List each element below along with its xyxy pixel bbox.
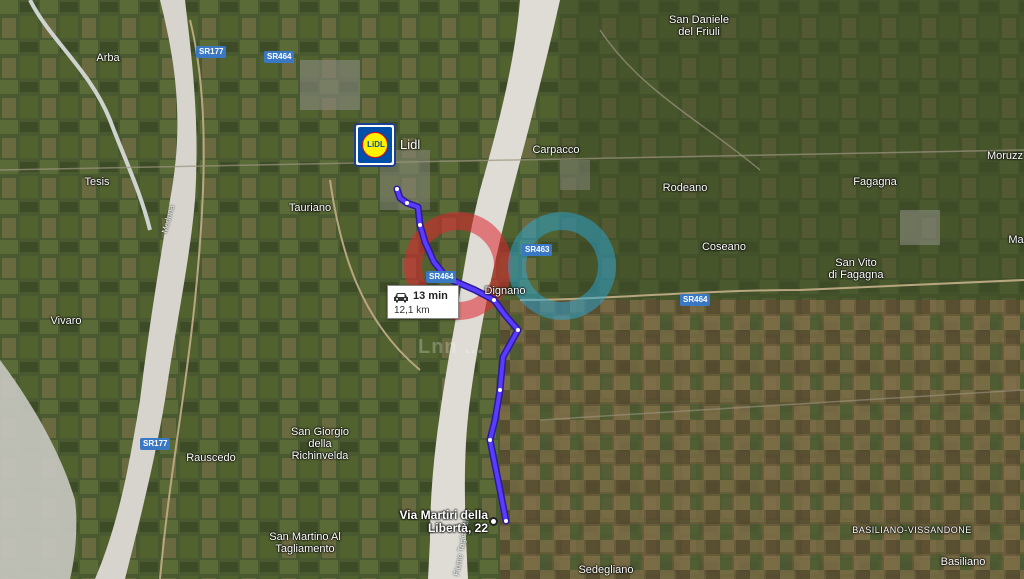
place-label: Moruzz bbox=[986, 150, 1024, 162]
place-label: Sedegliano bbox=[578, 564, 634, 576]
place-label: Vivaro bbox=[50, 315, 82, 327]
road-shield: SR177 bbox=[140, 438, 171, 450]
destination-label: Via Martiri della Libertà, 22 bbox=[399, 508, 488, 535]
place-label: San Martino Al Tagliamento bbox=[269, 531, 341, 555]
place-label: Carpacco bbox=[532, 144, 580, 156]
place-label: Dignano bbox=[484, 285, 526, 297]
place-label: Ma bbox=[1008, 234, 1024, 246]
place-label: Arba bbox=[96, 52, 120, 64]
road-shield: SR463 bbox=[522, 244, 553, 256]
watermark-text: Lnn ... bbox=[418, 336, 484, 358]
place-label: Tesis bbox=[84, 176, 110, 188]
place-label: Rauscedo bbox=[186, 452, 236, 464]
origin-label: Lidl bbox=[400, 137, 421, 152]
place-label: Rodeano bbox=[662, 182, 708, 194]
place-label: San Giorgio della Richinvelda bbox=[290, 426, 350, 462]
road-shield: SR177 bbox=[196, 46, 227, 58]
place-label: San Vito di Fagagna bbox=[828, 257, 884, 281]
place-label: Fagagna bbox=[853, 176, 897, 188]
satellite-map[interactable]: Arba Tesis Vivaro Tauriano Rauscedo San … bbox=[0, 0, 1024, 579]
road-shield: SR464 bbox=[680, 294, 711, 306]
lidl-logo-circle: LiDL bbox=[362, 132, 388, 158]
route-info-box[interactable]: 13 min 12,1 km bbox=[387, 285, 459, 319]
car-icon bbox=[394, 293, 408, 303]
road-shield: SR464 bbox=[264, 51, 295, 63]
place-label: BASILIANO-VISSANDONE bbox=[852, 525, 972, 535]
lidl-logo-text: LiDL bbox=[367, 140, 385, 149]
route-time: 13 min bbox=[413, 290, 448, 302]
place-label: Tauriano bbox=[288, 202, 332, 214]
lidl-marker[interactable]: LiDL bbox=[354, 123, 396, 167]
route-distance: 12,1 km bbox=[394, 305, 430, 316]
place-label: Basiliano bbox=[940, 556, 986, 568]
place-label: San Daniele del Friuli bbox=[669, 14, 729, 38]
road-shield: SR464 bbox=[426, 271, 457, 283]
destination-marker[interactable] bbox=[489, 517, 498, 526]
place-label: Coseano bbox=[701, 241, 747, 253]
lidl-logo: LiDL bbox=[358, 127, 392, 163]
